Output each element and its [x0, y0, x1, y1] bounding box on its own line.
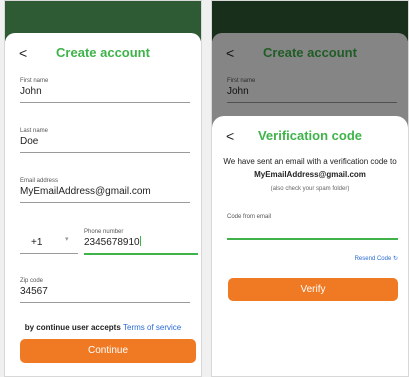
continue-button[interactable]: Continue [20, 339, 196, 363]
page-title: Create account [56, 45, 150, 60]
verification-title: Verification code [257, 128, 363, 143]
verification-header: < Verification code [212, 128, 408, 144]
verification-email: MyEmailAddress@gmail.com [254, 170, 366, 179]
terms-notice: by continue user accepts Terms of servic… [5, 323, 201, 332]
email-label: Email address [20, 178, 59, 184]
verification-screen: < Create account First name John < Verif… [211, 0, 409, 377]
resend-code-link[interactable]: Resend Code ↻ [355, 255, 398, 262]
zip-code-field[interactable]: Zip code 34567 [20, 278, 190, 303]
terms-text: by continue user accepts [24, 323, 121, 332]
verification-message: We have sent an email with a verificatio… [222, 155, 398, 181]
phone-number-label: Phone number [84, 229, 124, 235]
terms-of-service-link[interactable]: Terms of service [123, 323, 181, 332]
code-label: Code from email [227, 214, 272, 220]
last-name-value: Doe [20, 136, 39, 147]
email-field[interactable]: Email address MyEmailAddress@gmail.com [20, 178, 190, 203]
first-name-underline [20, 102, 190, 103]
first-name-value: John [20, 86, 42, 97]
first-name-field[interactable]: First name John [20, 78, 190, 103]
verify-button[interactable]: Verify [228, 278, 398, 301]
code-input[interactable] [227, 238, 398, 240]
email-underline [20, 202, 190, 203]
zip-code-label: Zip code [20, 278, 44, 284]
resend-code-label: Resend Code [354, 256, 392, 262]
phone-number-value: 2345678910 [84, 236, 198, 249]
country-code-select[interactable]: +1 [31, 237, 42, 248]
chevron-down-icon[interactable]: ▾ [65, 235, 69, 243]
create-account-header: < Create account [5, 45, 201, 61]
email-value: MyEmailAddress@gmail.com [20, 186, 151, 197]
phone-number-field[interactable]: Phone number 2345678910 [84, 229, 198, 255]
text-cursor [139, 236, 141, 246]
phone-number-underline [84, 253, 198, 255]
phone-number-text: 2345678910 [84, 237, 140, 248]
last-name-field[interactable]: Last name Doe [20, 128, 190, 153]
last-name-underline [20, 152, 190, 153]
zip-code-value: 34567 [20, 286, 48, 297]
last-name-label: Last name [20, 128, 49, 134]
first-name-label: First name [20, 78, 49, 84]
verification-message-text: We have sent an email with a verificatio… [223, 157, 397, 166]
spam-note: (also check your spam folder) [270, 186, 350, 192]
create-account-screen: < Create account First name John Last na… [4, 0, 202, 377]
country-code-underline [20, 253, 78, 254]
verification-modal: < Verification code We have sent an emai… [212, 116, 408, 376]
refresh-icon: ↻ [392, 256, 398, 262]
zip-code-underline [20, 302, 190, 303]
